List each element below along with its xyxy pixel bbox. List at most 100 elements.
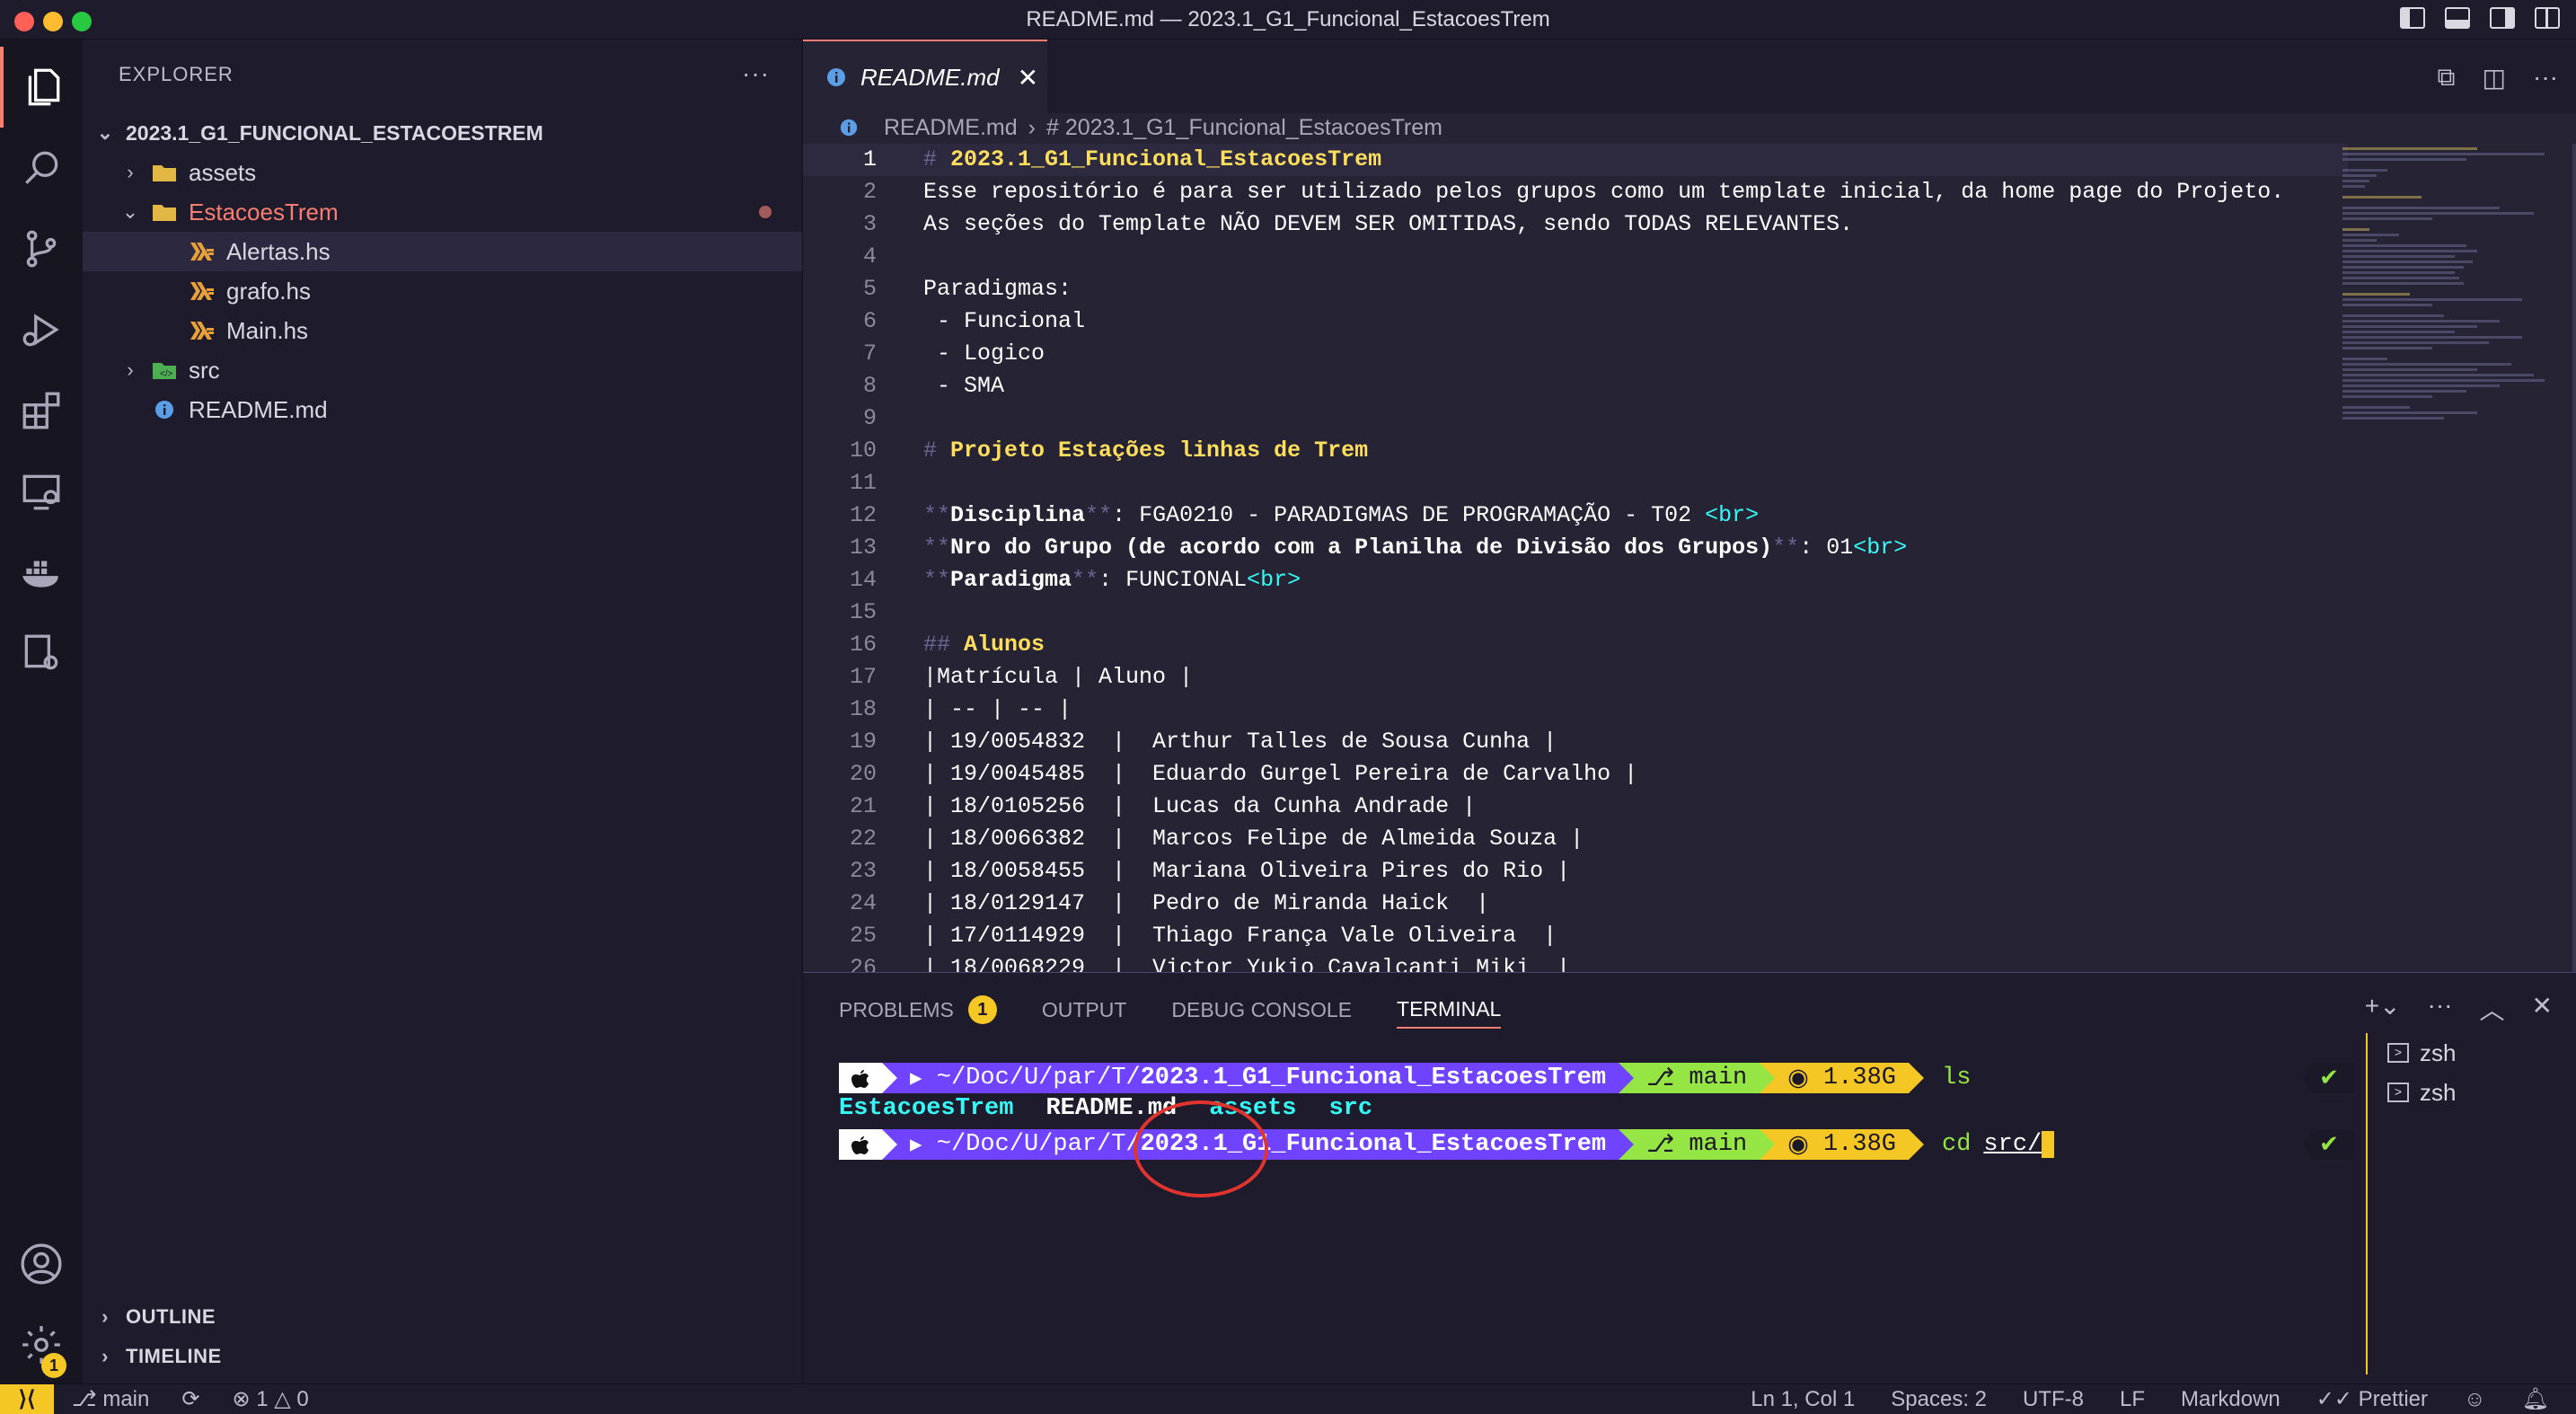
more-actions-icon[interactable]: ··· <box>2428 991 2453 1027</box>
minimap-line <box>2342 277 2459 279</box>
code-editor[interactable]: 1 # 2023.1_G1_Funcional_EstacoesTrem 2 Esse… <box>803 144 2576 972</box>
tab-debug-console[interactable]: DEBUG CONSOLE <box>1171 991 1352 1029</box>
code-line: 10 # Projeto Estações linhas de Trem <box>803 435 2348 467</box>
editor-scrollbar[interactable] <box>2572 144 2576 972</box>
code-token: : FUNCIONAL <box>1098 567 1248 593</box>
source-control-icon[interactable] <box>0 208 83 289</box>
open-preview-icon[interactable]: ⧉ <box>2438 63 2456 93</box>
minimap-line <box>2342 244 2466 247</box>
code-token: - Logico <box>923 340 1045 367</box>
tree-item-label: Alertas.hs <box>226 237 331 265</box>
code-line: 14 **Paradigma**: FUNCIONAL<br> <box>803 564 2348 597</box>
minimap-line <box>2342 395 2432 398</box>
terminal-session-2[interactable]: > zsh <box>2368 1073 2576 1112</box>
tree-item-src[interactable]: › </> src <box>83 350 802 390</box>
sync-icon[interactable]: ⟳ <box>181 1386 199 1412</box>
tree-item-grafo-hs[interactable]: grafo.hs <box>83 271 802 311</box>
terminal-command-arg: src/ <box>1983 1131 2042 1158</box>
line-number: 25 <box>849 923 877 949</box>
terminal[interactable]: ▸ ~/Doc/U/par/T/2023.1_G1_Funcional_Esta… <box>839 1063 2355 1368</box>
code-line: 7 - Logico <box>803 338 2348 370</box>
minimap-line <box>2342 325 2477 328</box>
minimap-line <box>2342 212 2534 215</box>
git-branch-status[interactable]: ⎇ main <box>72 1386 149 1412</box>
feedback-icon[interactable]: ☺ <box>2464 1387 2486 1412</box>
close-tab-icon[interactable]: ✕ <box>1018 63 1038 93</box>
code-line: 23 | 18/0058455 | Mariana Oliveira Pires … <box>803 855 2348 888</box>
more-actions-icon[interactable]: ··· <box>742 59 770 88</box>
indentation[interactable]: Spaces: 2 <box>1891 1387 1987 1412</box>
timeline-section[interactable]: › TIMELINE <box>83 1337 803 1376</box>
remote-indicator-icon[interactable]: ⟩⟨ <box>0 1383 54 1414</box>
tab-terminal[interactable]: TERMINAL <box>1397 991 1502 1029</box>
extensions-icon[interactable] <box>0 370 83 451</box>
line-number: 20 <box>849 761 877 787</box>
accounts-icon[interactable] <box>0 1224 83 1304</box>
toggle-secondary-sidebar-icon[interactable] <box>2490 7 2515 29</box>
explorer-icon[interactable] <box>0 47 83 128</box>
line-content: Esse repositório é para ser utilizado pe… <box>923 176 2284 208</box>
maximize-panel-icon[interactable]: ︿ <box>2480 991 2505 1027</box>
tree-item-assets[interactable]: › assets <box>83 153 802 192</box>
minimap-line <box>2342 379 2545 382</box>
code-line: 5 Paradigmas: <box>803 273 2348 305</box>
breadcrumb-symbol[interactable]: # 2023.1_G1_Funcional_EstacoesTrem <box>1046 115 1442 141</box>
tree-item-label: src <box>189 356 220 384</box>
tree-item-estacoestrem[interactable]: ⌄ EstacoesTrem <box>83 192 802 232</box>
code-token: ** <box>1085 502 1113 528</box>
memory-icon: ◉ <box>1787 1132 1823 1160</box>
problems-status[interactable]: ⊗ 1 △ 0 <box>232 1386 308 1412</box>
notifications-bell-icon[interactable]: 🔔︎ <box>2522 1386 2549 1412</box>
terminal-prompt: ▸ ~/Doc/U/par/T/2023.1_G1_Funcional_Esta… <box>839 1129 2055 1160</box>
code-token: | 18/0058455 | Mariana Oliveira Pires do… <box>923 858 1571 884</box>
more-actions-icon[interactable]: ··· <box>2533 63 2558 93</box>
language-mode[interactable]: Markdown <box>2181 1387 2280 1412</box>
activity-bar: 1 <box>0 40 83 1383</box>
customize-layout-icon[interactable] <box>2535 7 2560 29</box>
minimap-line <box>2342 207 2500 209</box>
tree-item-label: Main.hs <box>226 316 309 344</box>
workspace-root[interactable]: ⌄ 2023.1_G1_FUNCIONAL_ESTACOESTREM <box>83 113 802 153</box>
encoding[interactable]: UTF-8 <box>2023 1387 2084 1412</box>
tree-item-alertas-hs[interactable]: Alertas.hs <box>83 232 802 271</box>
tree-item-readme-md[interactable]: README.md <box>83 390 802 429</box>
new-terminal-icon[interactable]: +⌄ <box>2365 991 2401 1027</box>
tab-output[interactable]: OUTPUT <box>1042 991 1127 1029</box>
terminal-session-1[interactable]: > zsh <box>2368 1033 2576 1073</box>
code-line: 11 <box>803 467 2348 499</box>
minimap-line <box>2342 390 2466 393</box>
code-token: | 18/0105256 | Lucas da Cunha Andrade | <box>923 793 1477 819</box>
chevron-right-icon: › <box>101 1345 109 1367</box>
cursor-position[interactable]: Ln 1, Col 1 <box>1751 1387 1855 1412</box>
code-token: : 01 <box>1799 535 1854 561</box>
line-number: 12 <box>849 502 877 528</box>
split-editor-icon[interactable]: ◫ <box>2483 63 2506 93</box>
warning-icon: △ <box>274 1387 297 1411</box>
info-icon <box>835 116 862 139</box>
end-of-line[interactable]: LF <box>2120 1387 2145 1412</box>
container-settings-icon[interactable] <box>0 613 83 694</box>
minimap[interactable] <box>2342 147 2567 489</box>
outline-section[interactable]: › OUTLINE <box>83 1297 803 1337</box>
problems-label: PROBLEMS <box>839 997 954 1021</box>
docker-icon[interactable] <box>0 532 83 613</box>
toggle-panel-icon[interactable] <box>2445 7 2470 29</box>
tab-problems[interactable]: PROBLEMS 1 <box>839 991 997 1029</box>
terminal-cursor <box>2042 1131 2055 1158</box>
breadcrumb-file[interactable]: README.md <box>884 115 1018 141</box>
prettier-status[interactable]: ✓✓ Prettier <box>2316 1386 2428 1412</box>
folder-icon <box>151 200 178 224</box>
close-panel-icon[interactable]: ✕ <box>2532 991 2553 1027</box>
manage-gear-icon[interactable]: 1 <box>0 1304 83 1385</box>
tab-readme[interactable]: README.md ✕ <box>803 40 1047 113</box>
run-debug-icon[interactable] <box>0 289 83 370</box>
tree-item-main-hs[interactable]: Main.hs <box>83 311 802 350</box>
search-icon[interactable] <box>0 128 83 208</box>
remote-explorer-icon[interactable] <box>0 451 83 532</box>
toggle-primary-sidebar-icon[interactable] <box>2400 7 2425 29</box>
apple-icon <box>839 1063 882 1093</box>
status-check-icon: ✔ <box>2303 1129 2355 1160</box>
minimap-line <box>2342 239 2377 242</box>
outline-label: OUTLINE <box>126 1305 216 1328</box>
minimap-line <box>2342 228 2369 231</box>
